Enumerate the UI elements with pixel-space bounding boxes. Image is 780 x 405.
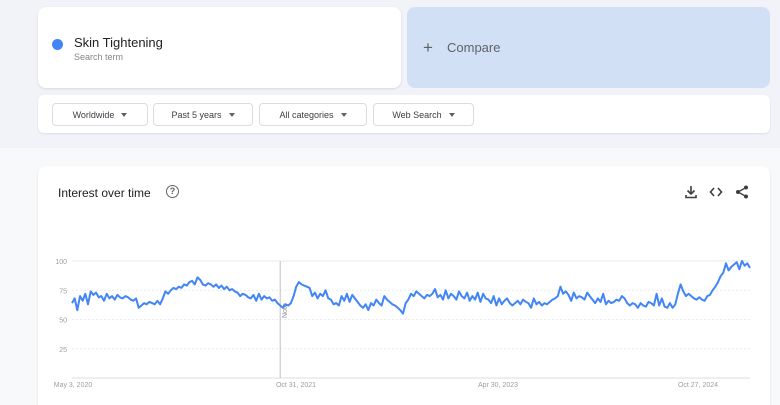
category-dropdown[interactable]: All categories: [259, 103, 367, 126]
caret-down-icon: [340, 112, 347, 117]
region-dropdown-label: Worldwide: [72, 109, 115, 120]
region-dropdown[interactable]: Worldwide: [52, 103, 148, 126]
search-type-dropdown[interactable]: Web Search: [373, 103, 474, 126]
y-tick-label: 50: [59, 318, 67, 325]
search-term-name[interactable]: Skin Tightening: [74, 35, 163, 50]
search-term-card[interactable]: Skin Tightening Search term: [38, 7, 401, 88]
compare-label: Compare: [447, 40, 501, 55]
caret-down-icon: [448, 112, 455, 117]
search-term-subtitle: Search term: [74, 52, 124, 62]
y-tick-label: 100: [55, 259, 67, 266]
search-term-color-dot: [52, 39, 63, 50]
caret-down-icon: [121, 112, 128, 117]
x-tick-label: Oct 31, 2021: [276, 382, 316, 389]
x-tick-label: Oct 27, 2024: [678, 382, 718, 389]
interest-over-time-card: Interest over time ? Note 25 50 75 100 May 3…: [38, 166, 770, 405]
caret-down-icon: [228, 112, 235, 117]
plus-icon: +: [423, 38, 433, 57]
series-line-skin-tightening[interactable]: [71, 260, 751, 315]
interest-chart: Note 255075100May 3, 2020 Oct 31, 2021 Apr…: [54, 259, 751, 389]
time-range-dropdown[interactable]: Past 5 years: [153, 103, 253, 126]
x-tick-label: May 3, 2020: [54, 382, 93, 389]
x-tick-label: Apr 30, 2023: [478, 382, 518, 389]
y-tick-label: 25: [59, 347, 67, 354]
filter-bar: Worldwide Past 5 years All categories We…: [38, 95, 770, 133]
compare-button[interactable]: + Compare: [407, 7, 770, 88]
category-dropdown-label: All categories: [279, 109, 334, 120]
search-type-dropdown-label: Web Search: [392, 109, 442, 120]
time-range-dropdown-label: Past 5 years: [171, 109, 222, 120]
y-tick-label: 75: [59, 288, 67, 295]
